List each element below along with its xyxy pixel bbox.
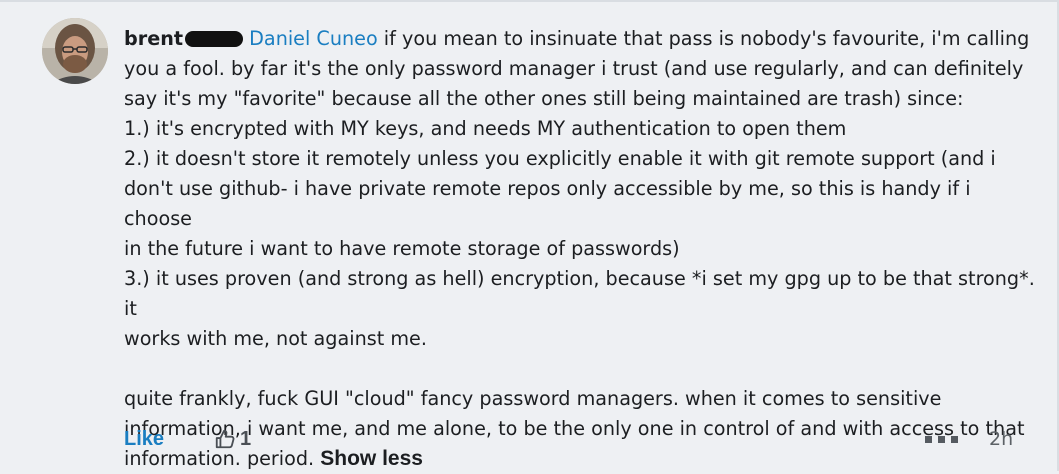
comment-line: you a fool. by far it's the only passwor… <box>124 57 1024 80</box>
comment-line: don't use github- i have private remote … <box>124 177 971 230</box>
comment-line: quite frankly, fuck GUI "cloud" fancy pa… <box>124 387 942 410</box>
comment-line: 1.) it's encrypted with MY keys, and nee… <box>124 117 847 140</box>
comment-line: works with me, not against me. <box>124 327 427 350</box>
dot <box>938 436 945 443</box>
comment-line: say it's my "favorite" because all the o… <box>124 87 964 110</box>
more-options-icon[interactable] <box>925 436 959 444</box>
like-button[interactable]: Like <box>124 424 164 454</box>
author-name[interactable]: brent <box>124 27 183 50</box>
comment-body: brent Daniel Cuneo if you mean to insinu… <box>124 24 1039 474</box>
comment-line: brent Daniel Cuneo if you mean to insinu… <box>124 24 1039 54</box>
comment-line: 3.) it uses proven (and strong as hell) … <box>124 267 1035 320</box>
like-count-value: 1 <box>240 428 252 450</box>
author-avatar[interactable] <box>42 18 108 84</box>
comment-text: if you mean to insinuate that pass is no… <box>377 27 1030 50</box>
avatar-photo <box>42 18 108 84</box>
dot <box>951 436 958 443</box>
mention-link[interactable]: Daniel Cuneo <box>249 27 378 50</box>
comment-line: 2.) it doesn't store it remotely unless … <box>124 147 996 170</box>
thumbs-up-icon <box>214 428 236 450</box>
redaction-mark <box>185 31 244 47</box>
timestamp: 2h <box>989 428 1014 450</box>
comment-line: in the future i want to have remote stor… <box>124 237 680 260</box>
comment-actions: Like 1 2h <box>124 424 1024 454</box>
comment: brent Daniel Cuneo if you mean to insinu… <box>0 0 1059 471</box>
dot <box>925 436 932 443</box>
like-count[interactable]: 1 <box>214 424 251 454</box>
